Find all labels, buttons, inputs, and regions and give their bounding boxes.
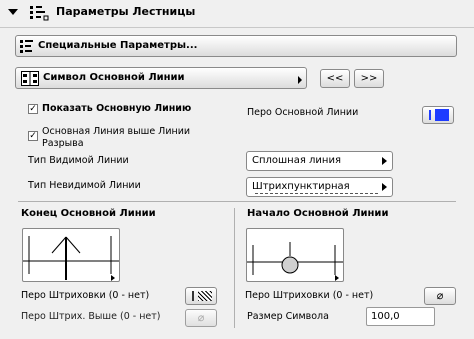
start-hatch-pen-button[interactable]: ⌀ bbox=[424, 287, 456, 305]
main-line-above-break-checkbox[interactable]: ✓ bbox=[28, 131, 38, 141]
main-line-symbol-dropdown[interactable]: Символ Основной Линии bbox=[15, 67, 307, 89]
visible-line-type-value: Сплошная линия bbox=[252, 155, 341, 166]
end-hatch-pen-above-label: Перо Штрих. Выше (0 - нет) bbox=[21, 311, 161, 322]
symbol-dropdown-label: Символ Основной Линии bbox=[43, 72, 185, 83]
end-symbol-preview[interactable] bbox=[22, 228, 120, 282]
pen-marker-icon bbox=[429, 110, 431, 120]
hidden-line-type-value: Штрихпунктирная bbox=[252, 181, 350, 192]
end-hatch-pen-button[interactable] bbox=[185, 287, 217, 305]
dropdown-arrow-icon bbox=[382, 157, 387, 165]
end-hatch-pen-label: Перо Штриховки (0 - нет) bbox=[21, 290, 150, 301]
start-section-title: Начало Основной Линии bbox=[247, 208, 389, 219]
start-hatch-pen-label: Перо Штриховки (0 - нет) bbox=[245, 290, 374, 301]
main-line-above-break-label: Основная Линия выше Линии Разрыва bbox=[42, 126, 190, 150]
special-params-label: Специальные Параметры... bbox=[38, 40, 198, 51]
end-symbol-arrow-graphic bbox=[23, 236, 119, 281]
show-main-line-checkbox[interactable]: ✓ bbox=[28, 104, 38, 114]
previous-symbol-button[interactable]: << bbox=[320, 69, 350, 88]
stair-settings-icon bbox=[30, 6, 49, 21]
start-symbol-circle-graphic bbox=[247, 242, 343, 281]
collapse-triangle-icon[interactable] bbox=[8, 9, 18, 15]
visible-line-type-label: Тип Видимой Линии bbox=[28, 155, 129, 166]
dropdown-arrow-icon bbox=[298, 76, 302, 84]
visible-line-type-dropdown[interactable]: Сплошная линия bbox=[246, 151, 393, 171]
start-symbol-preview[interactable] bbox=[246, 228, 344, 282]
symbol-size-label: Размер Символа bbox=[247, 311, 329, 322]
end-hatch-pen-above-button[interactable]: ⌀ bbox=[185, 309, 217, 327]
main-line-pen-label: Перо Основной Линии bbox=[247, 107, 359, 118]
hidden-line-type-label: Тип Невидимой Линии bbox=[28, 180, 141, 191]
next-symbol-button[interactable]: >> bbox=[354, 69, 384, 88]
pen-color-swatch bbox=[435, 109, 449, 121]
dash-dot-line-preview bbox=[255, 193, 378, 194]
special-params-button[interactable]: Специальные Параметры... bbox=[15, 35, 457, 57]
symbol-size-input[interactable] bbox=[366, 307, 435, 326]
symbol-icon bbox=[21, 71, 39, 86]
main-line-pen-button[interactable] bbox=[422, 106, 454, 124]
main-line-above-break-label-line1: Основная Линия выше Линии bbox=[42, 126, 191, 137]
main-line-above-break-label-line2: Разрыва bbox=[42, 138, 84, 149]
show-main-line-label: Показать Основную Линию bbox=[42, 103, 192, 114]
hatch-pattern-swatch bbox=[198, 291, 212, 301]
header-divider bbox=[0, 27, 474, 28]
dropdown-arrow-icon bbox=[382, 183, 387, 191]
stair-settings-small-icon bbox=[20, 40, 33, 53]
hidden-line-type-dropdown[interactable]: Штрихпунктирная bbox=[246, 177, 393, 197]
end-section-title: Конец Основной Линии bbox=[21, 208, 156, 219]
vertical-divider bbox=[234, 208, 235, 328]
panel-title: Параметры Лестницы bbox=[56, 5, 196, 18]
section-divider bbox=[18, 201, 456, 202]
pen-marker-icon bbox=[192, 291, 194, 301]
